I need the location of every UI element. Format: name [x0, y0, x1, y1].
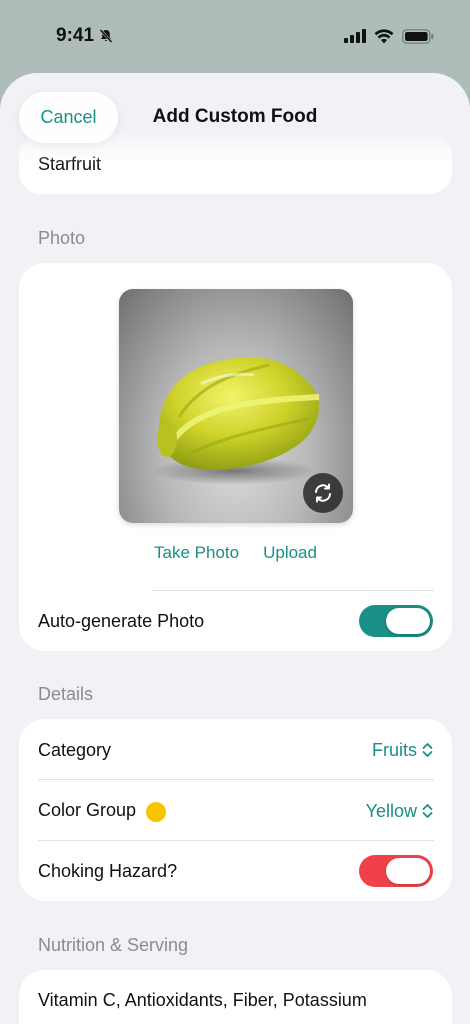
photo-card: Take Photo Upload Auto-generate Photo: [19, 263, 452, 651]
choking-hazard-toggle[interactable]: [359, 855, 433, 887]
take-photo-button[interactable]: Take Photo: [154, 543, 239, 563]
category-value: Fruits: [372, 739, 417, 760]
auto-generate-toggle[interactable]: [359, 605, 433, 637]
color-group-value: Yellow: [365, 800, 417, 821]
details-section-header: Details: [38, 684, 94, 704]
status-icons: [344, 28, 434, 44]
cellular-signal-icon: [344, 29, 366, 43]
color-group-row[interactable]: Color Group Yellow: [19, 781, 452, 841]
nutrition-card: Vitamin C, Antioxidants, Fiber, Potassiu…: [19, 970, 452, 1024]
wifi-icon: [374, 28, 394, 43]
toggle-knob: [386, 608, 430, 634]
category-picker[interactable]: Fruits: [372, 740, 433, 761]
color-group-label: Color Group: [38, 800, 137, 821]
food-photo: [119, 289, 353, 523]
nav-bar: Cancel Add Custom Food: [0, 73, 470, 163]
chevron-up-down-icon: [422, 743, 433, 757]
nutrients-row[interactable]: Vitamin C, Antioxidants, Fiber, Potassiu…: [19, 970, 452, 1024]
refresh-icon: [315, 483, 331, 503]
nutrition-section-header: Nutrition & Serving: [38, 935, 189, 955]
photo-section-header: Photo: [38, 228, 86, 248]
page-title: Add Custom Food: [152, 106, 318, 127]
bell-slash-icon: [99, 29, 113, 43]
battery-icon: [402, 28, 434, 44]
details-card: Category Fruits Color Group Yellow Choki: [19, 719, 452, 901]
chevron-up-down-icon: [422, 804, 433, 818]
photo-actions: Take Photo Upload: [19, 543, 452, 563]
status-time: 9:41: [56, 25, 114, 47]
choking-hazard-label: Choking Hazard?: [38, 860, 178, 881]
add-custom-food-sheet: Starfruit Cancel Add Custom Food Photo T…: [0, 73, 470, 1024]
nutrients-value: Vitamin C, Antioxidants, Fiber, Potassiu…: [38, 989, 367, 1010]
category-row[interactable]: Category Fruits: [19, 720, 452, 780]
color-group-picker[interactable]: Yellow: [366, 801, 433, 822]
details-divider-1: [38, 779, 434, 780]
color-swatch: [146, 801, 167, 822]
toggle-knob: [386, 858, 430, 884]
status-bar: 9:41: [0, 0, 470, 72]
choking-hazard-row: Choking Hazard?: [19, 841, 452, 901]
status-time-text: 9:41: [56, 25, 95, 46]
color-group-label-wrap: Color Group: [38, 800, 167, 822]
upload-button[interactable]: Upload: [263, 543, 317, 563]
auto-generate-row: Auto-generate Photo: [19, 591, 452, 651]
regenerate-photo-button[interactable]: [303, 473, 343, 513]
auto-generate-label: Auto-generate Photo: [38, 610, 205, 631]
category-label: Category: [38, 739, 112, 760]
